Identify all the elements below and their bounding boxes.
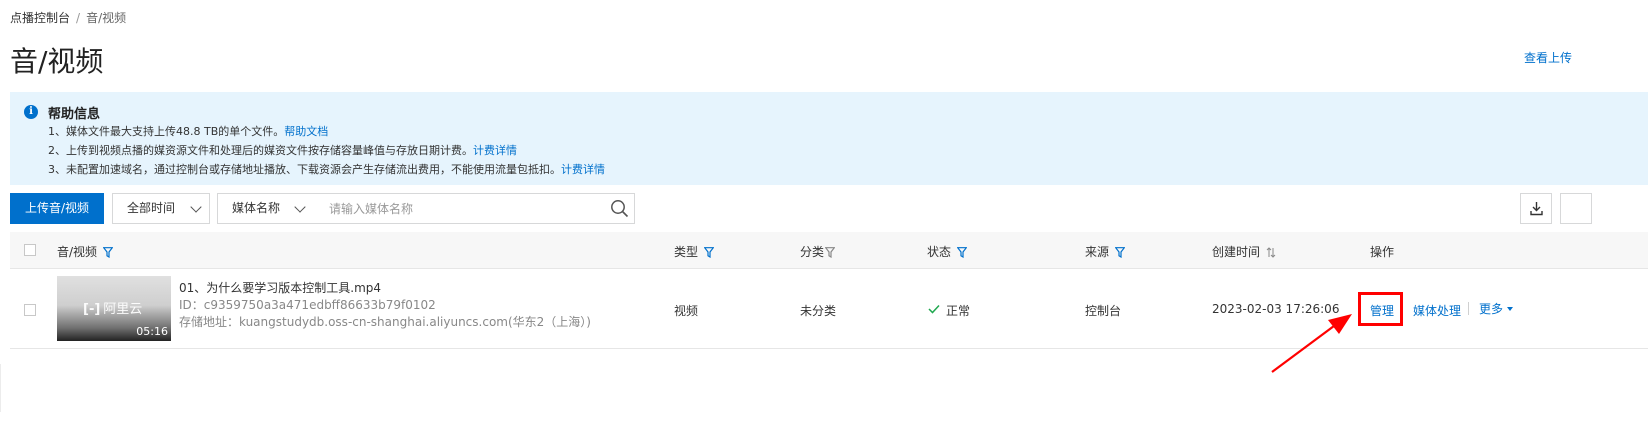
- settings-button[interactable]: [1560, 193, 1592, 224]
- help-title: 帮助信息: [48, 107, 101, 122]
- row-divider: [10, 268, 1648, 269]
- thumbnail-logo: [-] 阿里云: [83, 302, 143, 317]
- help-line-1: 1、媒体文件最大支持上传48.8 TB的单个文件。帮助文档: [48, 123, 328, 139]
- media-source: 控制台: [1085, 304, 1122, 318]
- more-actions-dropdown[interactable]: 更多: [1479, 300, 1514, 317]
- column-header-created[interactable]: 创建时间: [1212, 243, 1276, 260]
- breadcrumb-separator: /: [76, 11, 81, 25]
- action-divider: [1468, 302, 1469, 315]
- column-header-status: 状态: [927, 243, 968, 260]
- storage-address: 存储地址：kuangstudydb.oss-cn-shanghai.aliyun…: [179, 315, 591, 329]
- help-line-3: 3、未配置加速域名，通过控制台或存储地址播放、下载资源会产生存储流出费用，不能使…: [48, 161, 605, 177]
- video-duration: 05:16: [136, 325, 168, 338]
- upload-media-button[interactable]: 上传音/视频: [10, 193, 104, 224]
- filter-icon[interactable]: [824, 247, 836, 259]
- chevron-down-icon: [190, 201, 202, 213]
- media-process-button[interactable]: 媒体处理: [1413, 302, 1461, 319]
- media-type: 视频: [674, 304, 699, 318]
- column-label: 状态: [927, 245, 952, 259]
- row-divider: [10, 348, 1648, 349]
- time-filter-value: 全部时间: [127, 201, 176, 215]
- time-filter-select[interactable]: 全部时间: [112, 193, 210, 224]
- more-actions-label: 更多: [1479, 302, 1504, 316]
- search-icon[interactable]: [610, 199, 629, 218]
- media-id: ID：c9359750a3a471edbff86633b79f0102: [179, 298, 436, 312]
- media-category: 未分类: [800, 304, 837, 318]
- download-button[interactable]: [1520, 193, 1552, 224]
- search-input[interactable]: [314, 193, 635, 224]
- help-line-text: 2、上传到视频点播的媒资源文件和处理后的媒资文件按存储容量峰值与存放日期计费。: [48, 144, 473, 157]
- sort-icon[interactable]: [1266, 247, 1276, 258]
- status-badge: 正常: [946, 304, 971, 318]
- breadcrumb: 点播控制台 / 音/视频: [10, 9, 126, 26]
- help-line-text: 3、未配置加速域名，通过控制台或存储地址播放、下载资源会产生存储流出费用，不能使…: [48, 163, 561, 176]
- help-docs-link[interactable]: 帮助文档: [284, 125, 328, 138]
- view-upload-link[interactable]: 查看上传: [1524, 49, 1572, 66]
- arrow-annotation: [1271, 314, 1352, 373]
- breadcrumb-root[interactable]: 点播控制台: [10, 11, 70, 25]
- row-checkbox[interactable]: [24, 304, 36, 316]
- manage-button[interactable]: 管理: [1370, 302, 1394, 319]
- page-title: 音/视频: [10, 45, 104, 78]
- panel-border: [0, 364, 1, 412]
- help-panel: i 帮助信息 1、媒体文件最大支持上传48.8 TB的单个文件。帮助文档 2、上…: [10, 92, 1648, 185]
- filter-icon[interactable]: [102, 247, 114, 259]
- column-header-type: 类型: [674, 243, 715, 260]
- filter-icon[interactable]: [1114, 247, 1126, 259]
- column-label: 来源: [1085, 245, 1110, 259]
- billing-details-link[interactable]: 计费详情: [561, 163, 605, 176]
- caret-down-icon: [1507, 307, 1514, 311]
- chevron-down-icon: [294, 201, 306, 213]
- video-thumbnail[interactable]: [-] 阿里云 05:16: [57, 276, 171, 341]
- column-header-media: 音/视频: [57, 243, 114, 260]
- help-line-2: 2、上传到视频点播的媒资源文件和处理后的媒资文件按存储容量峰值与存放日期计费。计…: [48, 142, 517, 158]
- breadcrumb-current: 音/视频: [86, 11, 127, 25]
- filter-icon[interactable]: [956, 247, 968, 259]
- search-field-value: 媒体名称: [232, 201, 281, 215]
- media-name[interactable]: 01、为什么要学习版本控制工具.mp4: [179, 279, 381, 296]
- check-icon: [928, 304, 940, 314]
- info-icon: i: [24, 105, 38, 119]
- column-header-source: 来源: [1085, 243, 1126, 260]
- filter-icon[interactable]: [703, 247, 715, 259]
- column-label: 分类: [800, 245, 825, 259]
- column-label: 音/视频: [57, 245, 98, 259]
- column-label: 创建时间: [1212, 245, 1261, 259]
- select-all-checkbox[interactable]: [24, 244, 36, 256]
- download-icon: [1530, 202, 1543, 216]
- column-header-category: 分类: [800, 243, 836, 260]
- billing-details-link[interactable]: 计费详情: [473, 144, 517, 157]
- help-line-text: 1、媒体文件最大支持上传48.8 TB的单个文件。: [48, 125, 285, 138]
- search-field-select[interactable]: 媒体名称: [217, 193, 315, 224]
- column-header-actions: 操作: [1370, 245, 1395, 259]
- column-label: 类型: [674, 245, 699, 259]
